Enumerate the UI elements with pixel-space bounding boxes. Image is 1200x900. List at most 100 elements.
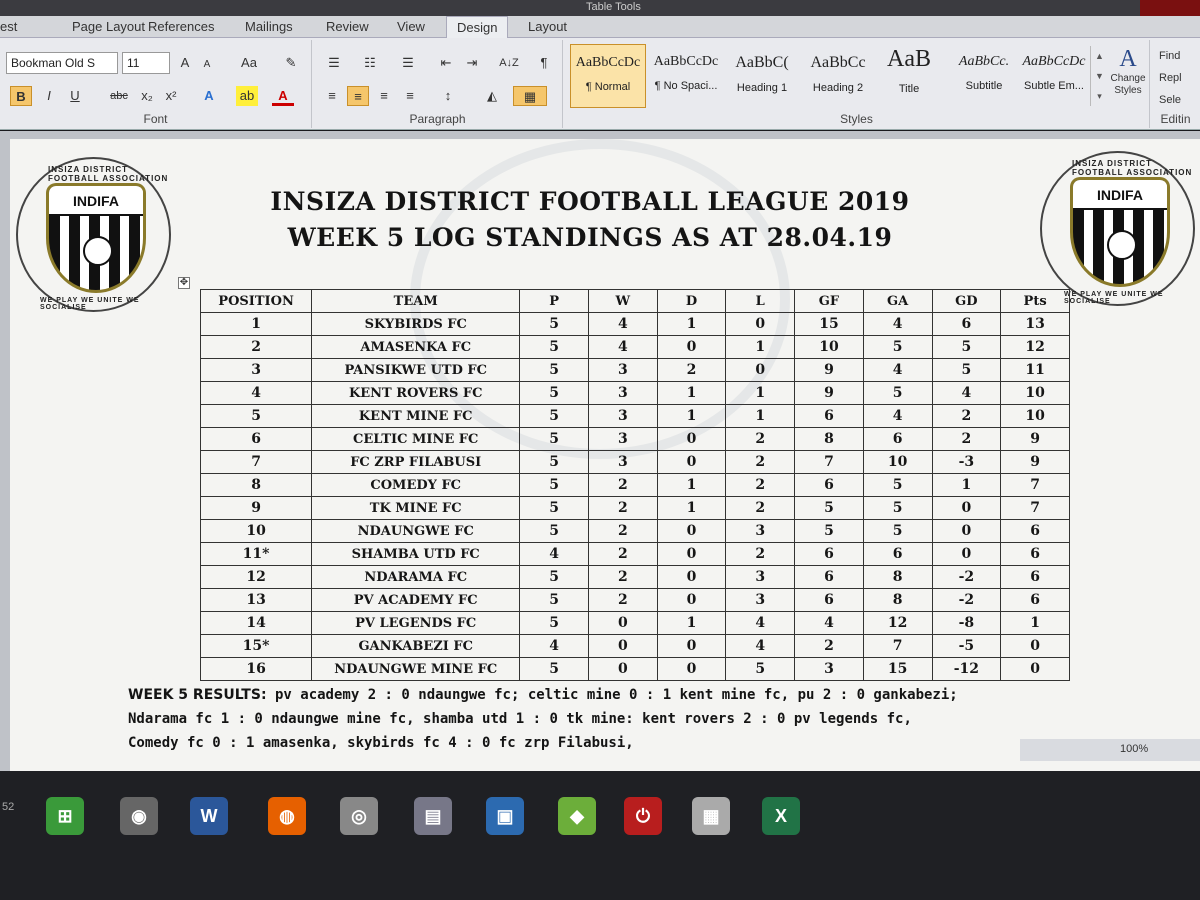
cell-drawn[interactable]: 0 — [656, 588, 727, 612]
cell-team[interactable]: PV LEGENDS FC — [311, 611, 521, 635]
cell-position[interactable]: 14 — [199, 611, 313, 635]
cell-goals-against[interactable]: 5 — [862, 473, 933, 497]
cell-drawn[interactable]: 0 — [656, 427, 727, 451]
cell-lost[interactable]: 1 — [725, 335, 796, 359]
highlight-button[interactable]: ab — [236, 86, 258, 106]
cell-team[interactable]: AMASENKA FC — [311, 335, 521, 359]
cell-team[interactable]: GANKABEZI FC — [311, 634, 521, 658]
excel-icon[interactable]: X — [762, 797, 800, 835]
cell-played[interactable]: 5 — [519, 335, 589, 359]
align-left-icon[interactable]: ≡ — [321, 86, 343, 106]
cell-goals-for[interactable]: 3 — [794, 657, 864, 681]
cell-played[interactable]: 5 — [519, 657, 589, 681]
firefox-icon[interactable]: ◍ — [268, 797, 306, 835]
power-app-icon[interactable]: ⏻ — [624, 797, 662, 835]
media-app-icon[interactable]: ◎ — [340, 797, 378, 835]
tab-insert[interactable]: est — [0, 19, 17, 34]
cell-played[interactable]: 5 — [519, 565, 589, 589]
font-color-button[interactable]: A — [272, 86, 294, 106]
cell-team[interactable]: KENT MINE FC — [311, 404, 521, 428]
cell-played[interactable]: 5 — [519, 611, 589, 635]
cell-goals-against[interactable]: 5 — [862, 496, 933, 520]
cell-points[interactable]: 1 — [1000, 611, 1070, 635]
style-normal[interactable]: AaBbCcDc ¶ Normal — [570, 44, 646, 108]
cell-drawn[interactable]: 1 — [656, 611, 727, 635]
cell-won[interactable]: 0 — [587, 611, 658, 635]
change-case-button[interactable]: Aa — [234, 53, 264, 73]
cell-drawn[interactable]: 0 — [656, 335, 727, 359]
cell-drawn[interactable]: 0 — [656, 565, 727, 589]
cell-goal-difference[interactable]: -12 — [931, 657, 1002, 681]
cell-goals-against[interactable]: 7 — [862, 634, 933, 658]
cell-played[interactable]: 5 — [519, 519, 589, 543]
cell-goals-against[interactable]: 15 — [862, 657, 933, 681]
settings-app-icon[interactable]: ▣ — [486, 797, 524, 835]
bold-button[interactable]: B — [10, 86, 32, 106]
cell-position[interactable]: 5 — [199, 404, 313, 428]
cell-team[interactable]: SKYBIRDS FC — [311, 312, 521, 336]
change-styles-button[interactable]: A Change Styles — [1106, 46, 1150, 116]
cell-drawn[interactable]: 0 — [656, 542, 727, 566]
calculator-icon[interactable]: ▦ — [692, 797, 730, 835]
cell-won[interactable]: 2 — [587, 496, 658, 520]
bullets-icon[interactable]: ☰ — [323, 53, 345, 73]
cell-goals-for[interactable]: 6 — [794, 588, 864, 612]
align-right-icon[interactable]: ≡ — [373, 86, 395, 106]
cell-goals-against[interactable]: 12 — [862, 611, 933, 635]
cell-goal-difference[interactable]: -5 — [931, 634, 1002, 658]
cell-lost[interactable]: 1 — [725, 381, 796, 405]
cell-goal-difference[interactable]: -2 — [931, 565, 1002, 589]
cell-position[interactable]: 9 — [199, 496, 313, 520]
cell-played[interactable]: 4 — [519, 542, 589, 566]
cell-won[interactable]: 4 — [587, 335, 658, 359]
cell-played[interactable]: 5 — [519, 404, 589, 428]
table-move-handle-icon[interactable]: ✥ — [178, 277, 190, 289]
cell-played[interactable]: 5 — [519, 450, 589, 474]
cell-goals-for[interactable]: 5 — [794, 496, 864, 520]
cell-position[interactable]: 6 — [199, 427, 313, 451]
cell-position[interactable]: 15* — [199, 634, 313, 658]
cell-lost[interactable]: 3 — [725, 519, 796, 543]
cell-team[interactable]: SHAMBA UTD FC — [311, 542, 521, 566]
decrease-indent-icon[interactable]: ⇤ — [435, 53, 457, 73]
cell-played[interactable]: 5 — [519, 381, 589, 405]
cell-lost[interactable]: 3 — [725, 588, 796, 612]
cell-played[interactable]: 5 — [519, 473, 589, 497]
superscript-button[interactable]: x² — [160, 86, 182, 106]
align-center-icon[interactable]: ≡ — [347, 86, 369, 106]
cell-team[interactable]: CELTIC MINE FC — [311, 427, 521, 451]
line-spacing-icon[interactable]: ↕ — [437, 86, 459, 106]
cell-goals-for[interactable]: 9 — [794, 381, 864, 405]
style-heading-2[interactable]: AaBbCc Heading 2 — [800, 44, 876, 108]
cell-points[interactable]: 10 — [1000, 404, 1070, 428]
font-name-select[interactable]: Bookman Old S — [6, 52, 118, 74]
cell-won[interactable]: 2 — [587, 542, 658, 566]
cell-won[interactable]: 0 — [587, 657, 658, 681]
cell-goal-difference[interactable]: 5 — [931, 358, 1002, 382]
cell-team[interactable]: TK MINE FC — [311, 496, 521, 520]
cell-drawn[interactable]: 1 — [656, 404, 727, 428]
cell-goal-difference[interactable]: -3 — [931, 450, 1002, 474]
borders-icon[interactable]: ▦ — [513, 86, 547, 106]
cell-won[interactable]: 3 — [587, 450, 658, 474]
cell-position[interactable]: 10 — [199, 519, 313, 543]
cell-points[interactable]: 9 — [1000, 450, 1070, 474]
bluestacks-icon[interactable]: ◆ — [558, 797, 596, 835]
cell-lost[interactable]: 5 — [725, 657, 796, 681]
word-icon[interactable]: W — [190, 797, 228, 835]
cell-points[interactable]: 13 — [1000, 312, 1070, 336]
increase-indent-icon[interactable]: ⇥ — [461, 53, 483, 73]
sort-button[interactable]: A↓Z — [495, 53, 523, 73]
cell-drawn[interactable]: 1 — [656, 381, 727, 405]
cell-played[interactable]: 4 — [519, 634, 589, 658]
cell-goals-against[interactable]: 5 — [862, 381, 933, 405]
cell-goals-for[interactable]: 9 — [794, 358, 864, 382]
cell-points[interactable]: 7 — [1000, 473, 1070, 497]
cell-goals-for[interactable]: 15 — [794, 312, 864, 336]
cell-won[interactable]: 2 — [587, 473, 658, 497]
tab-view[interactable]: View — [397, 19, 425, 34]
cell-goal-difference[interactable]: -8 — [931, 611, 1002, 635]
cell-goals-against[interactable]: 4 — [862, 358, 933, 382]
tab-mailings[interactable]: Mailings — [245, 19, 293, 34]
cell-points[interactable]: 6 — [1000, 519, 1070, 543]
